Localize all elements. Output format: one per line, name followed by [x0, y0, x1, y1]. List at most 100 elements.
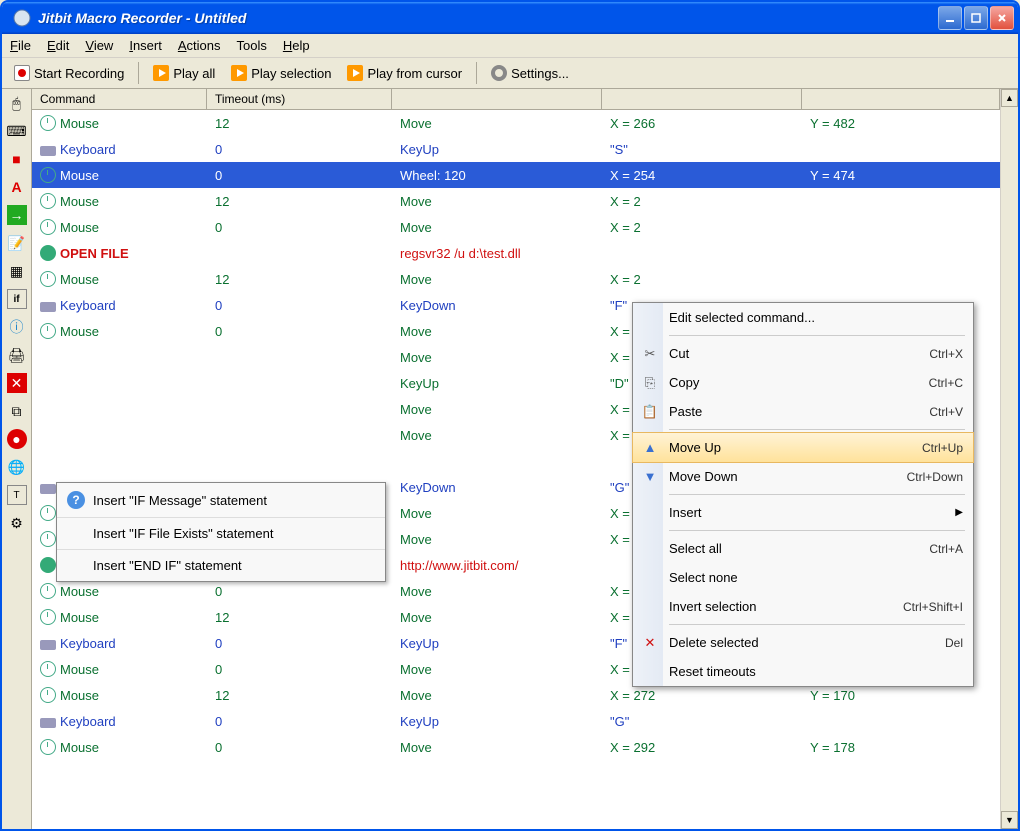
scroll-up-arrow[interactable]: ▲	[1001, 89, 1018, 107]
menubar: File Edit View Insert Actions Tools Help	[2, 34, 1018, 58]
titlebar[interactable]: Jitbit Macro Recorder - Untitled	[2, 2, 1018, 34]
ctx-insert[interactable]: Insert▶	[633, 498, 973, 527]
command-label: Keyboard	[60, 636, 116, 651]
ctx-reset-timeouts[interactable]: Reset timeouts	[633, 657, 973, 686]
timeout-value	[207, 251, 392, 255]
action-value: Move	[392, 582, 602, 601]
if-statement-popup: ?Insert "IF Message" statementInsert "IF…	[56, 482, 386, 582]
ctx-select-none[interactable]: Select none	[633, 563, 973, 592]
ctx-paste[interactable]: 📋PasteCtrl+V	[633, 397, 973, 426]
timeout-value: 0	[207, 166, 392, 185]
timeout-value	[207, 407, 392, 411]
menu-actions[interactable]: Actions	[178, 38, 221, 53]
menu-file[interactable]: File	[10, 38, 31, 53]
clock-icon	[40, 687, 56, 703]
header-command[interactable]: Command	[32, 89, 207, 109]
ctx-shortcut: Ctrl+Up	[922, 441, 963, 455]
table-row[interactable]: Mouse0Wheel: 120X = 254Y = 474	[32, 162, 1000, 188]
mouse-tool-icon[interactable]: 🖱	[7, 93, 27, 113]
record-icon[interactable]: ●	[7, 429, 27, 449]
vertical-scrollbar[interactable]: ▲ ▼	[1000, 89, 1018, 829]
ctx-move-down[interactable]: ▼Move DownCtrl+Down	[633, 462, 973, 491]
header-timeout[interactable]: Timeout (ms)	[207, 89, 392, 109]
scroll-down-arrow[interactable]: ▼	[1001, 811, 1018, 829]
header-col5[interactable]	[802, 89, 1000, 109]
clock-icon	[40, 193, 56, 209]
table-row[interactable]: Mouse0MoveX = 292Y = 178	[32, 734, 1000, 760]
clock-icon	[40, 531, 56, 547]
action-value: Move	[392, 348, 602, 367]
command-label: Mouse	[60, 194, 99, 209]
action-value: KeyDown	[392, 478, 602, 497]
grid-icon[interactable]: ▦	[7, 261, 27, 281]
text-tool-icon[interactable]: A	[7, 177, 27, 197]
stop-icon[interactable]: ■	[7, 149, 27, 169]
minimize-button[interactable]	[938, 6, 962, 30]
copy-icon[interactable]: ⧉	[7, 401, 27, 421]
command-label: Mouse	[60, 168, 99, 183]
if-popup-item[interactable]: ?Insert "IF Message" statement	[57, 483, 385, 518]
ctx-item-label: Move Down	[669, 469, 738, 484]
menu-view[interactable]: View	[85, 38, 113, 53]
menu-edit[interactable]: Edit	[47, 38, 69, 53]
ctx-copy[interactable]: ⎘CopyCtrl+C	[633, 368, 973, 397]
ctx-delete-selected[interactable]: ✕Delete selectedDel	[633, 628, 973, 657]
menu-tools[interactable]: Tools	[237, 38, 267, 53]
action-value	[392, 459, 602, 463]
table-row[interactable]: Mouse0MoveX = 2	[32, 214, 1000, 240]
label-icon[interactable]: 📝	[7, 233, 27, 253]
gear-side-icon[interactable]: ⚙	[7, 513, 27, 533]
action-value: KeyUp	[392, 140, 602, 159]
timeout-value: 0	[207, 712, 392, 731]
table-row[interactable]: Mouse12MoveX = 2	[32, 266, 1000, 292]
window-title: Jitbit Macro Recorder - Untitled	[38, 10, 938, 26]
menu-help[interactable]: Help	[283, 38, 310, 53]
command-label: Mouse	[60, 610, 99, 625]
start-recording-button[interactable]: Start Recording	[8, 63, 130, 83]
app-icon	[12, 8, 32, 28]
command-label: OPEN FILE	[60, 246, 129, 261]
table-row[interactable]: Keyboard0KeyUp"S"	[32, 136, 1000, 162]
globe-icon[interactable]: 🌐	[7, 457, 27, 477]
table-row[interactable]: OPEN FILEregsvr32 /u d:\test.dll	[32, 240, 1000, 266]
ctx-item-label: Select all	[669, 541, 722, 556]
table-row[interactable]: Mouse12MoveX = 266Y = 482	[32, 110, 1000, 136]
ctx-shortcut: Ctrl+Shift+I	[903, 600, 963, 614]
info-icon[interactable]: ⓘ	[7, 317, 27, 337]
ctx-shortcut: Del	[945, 636, 963, 650]
close-button[interactable]	[990, 6, 1014, 30]
ctx-item-label: Cut	[669, 346, 689, 361]
ctx-shortcut: Ctrl+A	[929, 542, 963, 556]
header-col4[interactable]	[602, 89, 802, 109]
action-value: KeyUp	[392, 712, 602, 731]
ctx-item-label: Paste	[669, 404, 702, 419]
delete-icon[interactable]: ✕	[7, 373, 27, 393]
param1-value: X = 266	[602, 114, 802, 133]
param2-value	[802, 199, 1000, 203]
if-popup-item[interactable]: Insert "IF File Exists" statement	[57, 518, 385, 550]
play-selection-button[interactable]: Play selection	[225, 63, 337, 83]
ctx-move-up[interactable]: ▲Move UpCtrl+Up	[632, 432, 974, 463]
ctx-edit-selected-command-[interactable]: Edit selected command...	[633, 303, 973, 332]
keyboard-tool-icon[interactable]: ⌨	[7, 121, 27, 141]
play-all-button[interactable]: Play all	[147, 63, 221, 83]
goto-icon[interactable]: →	[7, 205, 27, 225]
if-popup-item[interactable]: Insert "END IF" statement	[57, 550, 385, 581]
param1-value	[602, 251, 802, 255]
maximize-button[interactable]	[964, 6, 988, 30]
menu-insert[interactable]: Insert	[129, 38, 162, 53]
type-icon[interactable]: T	[7, 485, 27, 505]
ctx-select-all[interactable]: Select all Ctrl+A	[633, 534, 973, 563]
settings-button[interactable]: Settings...	[485, 63, 575, 83]
table-row[interactable]: Mouse12MoveX = 2	[32, 188, 1000, 214]
header-col3[interactable]	[392, 89, 602, 109]
table-row[interactable]: Keyboard0KeyUp"G"	[32, 708, 1000, 734]
ctx-cut[interactable]: ✂CutCtrl+X	[633, 339, 973, 368]
ctx-invert-selection[interactable]: Invert selectionCtrl+Shift+I	[633, 592, 973, 621]
clock-icon	[40, 609, 56, 625]
if-icon[interactable]: if	[7, 289, 27, 309]
toolbar: Start Recording Play all Play selection …	[2, 58, 1018, 89]
play-from-cursor-button[interactable]: Play from cursor	[341, 63, 468, 83]
timeout-value: 0	[207, 582, 392, 601]
print-icon[interactable]: 🖨	[7, 345, 27, 365]
